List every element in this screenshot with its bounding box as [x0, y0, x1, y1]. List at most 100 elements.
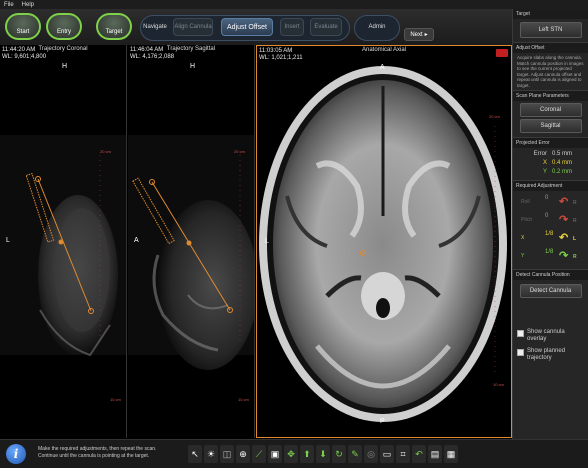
- evaluate-button[interactable]: Evaluate: [310, 18, 342, 36]
- move-up-tool-icon[interactable]: ⬆: [300, 445, 314, 463]
- adjust-offset-description: Acquire slabs along the cannula. Match c…: [517, 55, 584, 88]
- projected-error-list: Error 0.5 mm X 0.4 mm Y 0.2 mm: [513, 148, 588, 180]
- viewport-info: 11:44:20 AM WL: 9,601;4,800: [2, 47, 46, 61]
- error-value: 0.4 mm: [551, 160, 572, 166]
- menu-help[interactable]: Help: [22, 2, 34, 8]
- viewport-wl: WL: 1,021;1,211: [259, 55, 303, 61]
- viewport-coronal[interactable]: Trajectory Coronal 11:44:20 AM WL: 9,601…: [0, 45, 127, 438]
- status-message: Make the required adjustments, then repe…: [38, 446, 178, 460]
- show-cannula-overlay-toggle[interactable]: Show cannula overlay: [513, 328, 588, 344]
- detect-cannula-button[interactable]: Detect Cannula: [519, 284, 582, 298]
- tool-palette: ↖ ☀ ◫ ⊕ ⟋ ▣ ✥ ⬆ ⬇ ↻ ✎ ◎ ▭ ⌗ ↶ ▤ ▦: [188, 445, 458, 463]
- right-panel: Target Left STN Adjust Offset Acquire sl…: [512, 9, 588, 439]
- adjustment-value: 1/8: [545, 231, 554, 237]
- rotate-tool-icon[interactable]: ↻: [332, 445, 346, 463]
- adjustment-direction: R: [573, 200, 577, 206]
- shape-tool-icon[interactable]: ◎: [364, 445, 378, 463]
- pointer-tool-icon[interactable]: ↖: [188, 445, 202, 463]
- target-value-button[interactable]: Left STN: [519, 22, 582, 38]
- checkbox-icon[interactable]: [517, 330, 524, 337]
- adjustment-label: Roll: [521, 199, 530, 205]
- monitor-tool-icon[interactable]: ▭: [380, 445, 394, 463]
- brightness-tool-icon[interactable]: ☀: [204, 445, 218, 463]
- error-label: Error: [533, 151, 547, 157]
- bottom-bar: i Make the required adjustments, then re…: [0, 439, 588, 468]
- window-level-tool-icon[interactable]: ◫: [220, 445, 234, 463]
- status-line: Make the required adjustments, then repe…: [38, 446, 157, 452]
- error-row-x: X 0.4 mm: [513, 159, 588, 168]
- adjustment-row-x: X 1/8 ↶ L: [513, 230, 588, 248]
- entry-button[interactable]: Entry: [46, 13, 82, 40]
- move-down-tool-icon[interactable]: ⬇: [316, 445, 330, 463]
- status-line: Continue until the cannula is pointing a…: [38, 453, 150, 459]
- crop-tool-icon[interactable]: ⌗: [396, 445, 410, 463]
- zoom-tool-icon[interactable]: ⊕: [236, 445, 250, 463]
- rotate-cw-arrow-icon: ↷: [559, 214, 569, 226]
- error-row-y: Y 0.2 mm: [513, 168, 588, 177]
- sagittal-button[interactable]: Sagittal: [519, 119, 582, 133]
- scale-label-top: 20 cm: [100, 149, 111, 154]
- viewport-time: 11:46:04 AM: [130, 47, 164, 53]
- error-value: 0.5 mm: [551, 151, 572, 157]
- next-button[interactable]: Next ▸: [404, 28, 434, 41]
- adjustment-direction: R: [573, 254, 577, 260]
- fit-screen-tool-icon[interactable]: ▣: [268, 445, 282, 463]
- checkbox-label: Show planned trajectory: [527, 348, 566, 361]
- info-icon[interactable]: i: [6, 444, 26, 464]
- layout-tool-icon[interactable]: ▦: [444, 445, 458, 463]
- align-cannula-button[interactable]: Align Cannula: [173, 18, 213, 36]
- show-planned-trajectory-toggle[interactable]: Show planned trajectory: [513, 347, 588, 363]
- checkbox-label: Show cannula overlay: [527, 329, 565, 342]
- insert-button[interactable]: Insert: [280, 18, 304, 36]
- scale-label-bottom: 10 cm: [110, 397, 121, 402]
- pencil-tool-icon[interactable]: ✎: [348, 445, 362, 463]
- admin-button[interactable]: Admin: [360, 18, 394, 36]
- viewport-info: 11:46:04 AM WL: 4,176;2,088: [130, 47, 174, 61]
- menu-file[interactable]: File: [4, 2, 14, 8]
- workflow-toolbar: Start Entry Target Navigate Align Cannul…: [0, 9, 512, 45]
- orientation-marker-top: A: [380, 64, 385, 71]
- viewport-time: 11:44:20 AM: [2, 47, 36, 53]
- adjustment-label: X: [521, 235, 525, 241]
- rotate-cw-arrow-icon: ↷: [559, 250, 569, 262]
- adjustment-value: 0: [545, 195, 549, 201]
- adjustment-label: Y: [521, 253, 525, 259]
- coronal-button[interactable]: Coronal: [519, 103, 582, 117]
- scale-label-bottom: 10 cm: [493, 382, 504, 387]
- detect-cannula-header: Detect Cannula Position: [513, 269, 588, 280]
- target-button[interactable]: Target: [96, 13, 132, 40]
- viewport-wl: WL: 9,601;4,800: [2, 54, 47, 60]
- viewport-axial[interactable]: Anatomical Axial 11:03:05 AM WL: 1,021;1…: [256, 45, 512, 438]
- adjustment-list: Roll 0 ↶ R Pitch 0 ↷ R X 1/8 ↶ L Y 1/8 ↷…: [513, 191, 588, 269]
- scale-label-top: 20 cm: [234, 149, 245, 154]
- image-tool-icon[interactable]: ▤: [428, 445, 442, 463]
- rotate-ccw-arrow-icon: ↶: [559, 196, 569, 208]
- rotate-ccw-arrow-icon: ↶: [559, 232, 569, 244]
- navigate-label: Navigate: [143, 24, 167, 30]
- orientation-marker-top: H: [190, 63, 196, 70]
- scan-plane-header: Scan Plane Parameters: [513, 90, 588, 101]
- undo-tool-icon[interactable]: ↶: [412, 445, 426, 463]
- adjustment-row-roll: Roll 0 ↶ R: [513, 194, 588, 212]
- error-label: Y: [542, 169, 547, 175]
- error-row-total: Error 0.5 mm: [513, 150, 588, 159]
- adjust-offset-header: Adjust Offset: [513, 42, 588, 53]
- sagittal-image: [128, 135, 254, 370]
- menu-bar: File Help: [0, 0, 588, 9]
- adjustment-label: Pitch: [521, 217, 533, 223]
- checkbox-icon[interactable]: [517, 349, 524, 356]
- orientation-marker-left: L: [6, 237, 10, 244]
- viewport-wl: WL: 4,176;2,088: [130, 54, 175, 60]
- next-label: Next: [410, 31, 423, 38]
- error-label: X: [542, 160, 547, 166]
- viewport-sagittal[interactable]: Trajectory Sagittal 11:46:04 AM WL: 4,17…: [128, 45, 255, 438]
- orientation-marker-left: L: [265, 238, 269, 245]
- pan-tool-icon[interactable]: ✥: [284, 445, 298, 463]
- orientation-marker-top: H: [62, 63, 68, 70]
- error-value: 0.2 mm: [551, 169, 572, 175]
- start-button[interactable]: Start: [5, 13, 41, 40]
- measure-tool-icon[interactable]: ⟋: [252, 445, 266, 463]
- scale-label-bottom: 10 cm: [238, 397, 249, 402]
- adjust-offset-button[interactable]: Adjust Offset: [221, 18, 273, 36]
- adjustment-value: 1/8: [545, 249, 554, 255]
